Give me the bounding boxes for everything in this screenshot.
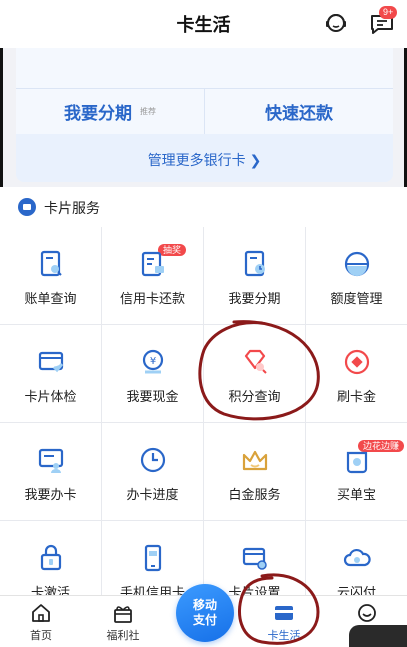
points-icon <box>238 345 272 379</box>
service-label: 我要办卡 <box>24 487 77 502</box>
service-installment[interactable]: 我要分期 <box>204 227 305 324</box>
service-swipe-bonus[interactable]: 刷卡金 <box>306 325 407 422</box>
service-label: 我要分期 <box>228 291 281 306</box>
card-life-icon <box>273 602 295 624</box>
recommend-tag: 推荐 <box>140 107 156 116</box>
svg-text:¥: ¥ <box>149 356 155 367</box>
apply-card-icon <box>34 443 68 477</box>
gift-icon <box>112 602 134 624</box>
card-settings-icon <box>238 541 272 575</box>
home-icon <box>30 602 52 624</box>
service-label: 云闪付 <box>336 585 376 595</box>
service-label: 积分查询 <box>228 389 281 404</box>
lock-icon <box>34 541 68 575</box>
overlay-corner <box>349 625 407 647</box>
manage-cards-link[interactable]: 管理更多银行卡 ❯ <box>16 150 393 170</box>
mobile-pay-button[interactable]: 移动 支付 <box>176 584 234 642</box>
card-summary-panel: 我要分期 推荐 快速还款 管理更多银行卡 ❯ <box>16 48 393 182</box>
credit-repay-icon <box>136 247 170 281</box>
service-points[interactable]: 积分查询 <box>204 325 305 422</box>
cloud-pay-icon <box>340 541 374 575</box>
card-icon <box>18 198 36 216</box>
section-title: 卡片服务 <box>44 200 100 216</box>
profile-icon <box>356 602 378 624</box>
service-platinum[interactable]: 白金服务 <box>204 423 305 520</box>
tab-home[interactable]: 首页 <box>6 596 76 647</box>
mobile-pay-label-2: 支付 <box>192 613 217 627</box>
service-label: 刷卡金 <box>336 389 376 404</box>
bill-query-icon <box>34 247 68 281</box>
tab-label: 卡生活 <box>267 630 301 642</box>
card-info-area <box>16 48 393 88</box>
phone-card-icon <box>136 541 170 575</box>
cash-icon: ¥ <box>136 345 170 379</box>
service-activate[interactable]: 卡激活 <box>0 521 101 595</box>
service-label: 办卡进度 <box>126 487 179 502</box>
card-check-icon <box>34 345 68 379</box>
service-label: 我要现金 <box>126 389 179 404</box>
service-grid: 账单查询 抽奖 信用卡还款 我要分期 额度管理 卡片体检 ¥ 我要现金 积分查询… <box>0 227 407 595</box>
service-card-settings[interactable]: 卡片设置 <box>204 521 305 595</box>
pay-treasure-icon <box>340 443 374 477</box>
service-label: 账单查询 <box>24 291 77 306</box>
tab-welfare[interactable]: 福利社 <box>88 596 158 647</box>
installment-label: 我要分期 <box>64 104 132 123</box>
service-cash[interactable]: ¥ 我要现金 <box>102 325 203 422</box>
progress-icon <box>136 443 170 477</box>
service-label: 信用卡还款 <box>119 291 185 306</box>
service-pay-treasure[interactable]: 边花边赚 买单宝 <box>306 423 407 520</box>
service-credit-repay[interactable]: 抽奖 信用卡还款 <box>102 227 203 324</box>
service-limit[interactable]: 额度管理 <box>306 227 407 324</box>
service-label: 额度管理 <box>330 291 383 306</box>
quick-repay-button[interactable]: 快速还款 <box>204 89 393 134</box>
service-progress[interactable]: 办卡进度 <box>102 423 203 520</box>
tab-label: 福利社 <box>106 630 140 642</box>
installment-button[interactable]: 我要分期 推荐 <box>16 89 204 134</box>
limit-icon <box>340 247 374 281</box>
top-bar: 卡生活 9+ <box>0 0 407 48</box>
service-bill-query[interactable]: 账单查询 <box>0 227 101 324</box>
customer-service-icon[interactable] <box>322 9 350 37</box>
service-label: 卡激活 <box>30 585 70 595</box>
swipe-bonus-icon <box>340 345 374 379</box>
card-service-header: 卡片服务 <box>0 187 407 227</box>
quick-repay-label: 快速还款 <box>265 104 333 123</box>
service-label: 买单宝 <box>336 487 376 502</box>
crown-icon <box>238 443 272 477</box>
installment-icon <box>238 247 272 281</box>
tab-card-life[interactable]: 卡生活 <box>249 596 319 647</box>
message-badge: 9+ <box>379 6 398 19</box>
service-apply-card[interactable]: 我要办卡 <box>0 423 101 520</box>
service-phone-card[interactable]: 手机信用卡 <box>102 521 203 595</box>
tab-label: 首页 <box>30 630 52 642</box>
service-cloud-pay[interactable]: 云闪付 <box>306 521 407 595</box>
service-card-check[interactable]: 卡片体检 <box>0 325 101 422</box>
mobile-pay-label-1: 移动 <box>192 598 217 612</box>
service-label: 白金服务 <box>228 487 281 502</box>
quick-action-row: 我要分期 推荐 快速还款 <box>16 88 393 134</box>
service-label: 卡片体检 <box>24 389 77 404</box>
